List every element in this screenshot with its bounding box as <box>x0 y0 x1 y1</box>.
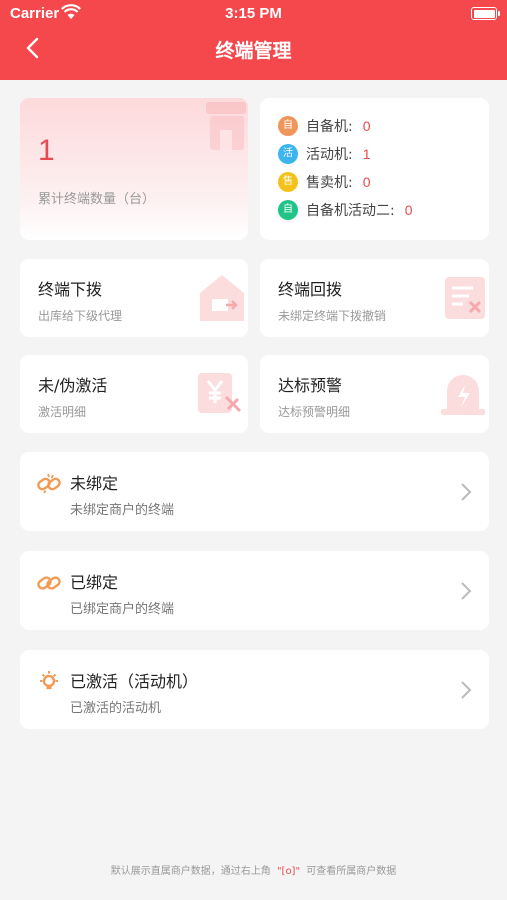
own-machine-two-icon: 自 <box>278 200 298 220</box>
tile-subtitle: 出库给下级代理 <box>38 309 123 323</box>
stat-label: 自备机活动二: <box>306 203 395 219</box>
stat-own-machine-activity-two: 自 自备机活动二: 0 <box>278 199 413 221</box>
footer-hint: 默认展示直属商户数据，通过右上角 "[o]" 可查看所属商户数据 <box>0 862 507 877</box>
row-bound[interactable]: 已绑定 已绑定商户的终端 <box>20 551 489 630</box>
footer-text-before: 默认展示直属商户数据，通过右上角 <box>110 866 271 877</box>
tile-terminal-recall[interactable]: 终端回拨 未绑定终端下拨撤销 <box>260 259 489 337</box>
stat-value: 0 <box>362 118 371 134</box>
app-header: Carrier 3:15 PM 终端管理 <box>0 0 507 80</box>
stat-own-machine: 自 自备机: 0 <box>278 115 371 137</box>
terminal-stats-card: 自 自备机: 0 活 活动机: 1 售 售卖机: 0 自 自备机活动二: 0 <box>260 98 489 240</box>
row-title: 未绑定 <box>70 474 119 493</box>
stat-label: 活动机: <box>306 147 353 163</box>
activity-machine-icon: 活 <box>278 144 298 164</box>
tile-subtitle: 达标预警明细 <box>278 405 351 419</box>
tile-title: 达标预警 <box>278 376 343 395</box>
row-title: 已激活（活动机） <box>70 672 199 691</box>
own-machine-icon: 自 <box>278 116 298 136</box>
chevron-right-icon <box>461 681 472 699</box>
stat-value: 1 <box>362 146 371 162</box>
sale-machine-icon: 售 <box>278 172 298 192</box>
tile-subtitle: 未绑定终端下拨撤销 <box>278 309 387 323</box>
total-count: 1 <box>38 134 55 167</box>
chevron-right-icon <box>461 582 472 600</box>
scan-icon: "[o]" <box>276 866 301 877</box>
document-cancel-icon <box>445 277 485 319</box>
row-unbound[interactable]: 未绑定 未绑定商户的终端 <box>20 452 489 531</box>
tile-fake-activation[interactable]: 未/伪激活 激活明细 <box>20 355 248 433</box>
chevron-right-icon <box>461 483 472 501</box>
footer-text-after: 可查看所属商户数据 <box>306 866 397 877</box>
total-count-label: 累计终端数量（台） <box>38 192 156 207</box>
yuan-activation-icon <box>198 373 242 413</box>
page-title: 终端管理 <box>215 40 292 62</box>
alarm-light-icon <box>441 375 485 415</box>
tile-terminal-allocate[interactable]: 终端下拨 出库给下级代理 <box>20 259 248 337</box>
stat-value: 0 <box>404 202 413 218</box>
stat-sale-machine: 售 售卖机: 0 <box>278 171 371 193</box>
clock: 3:15 PM <box>225 5 282 22</box>
link-icon <box>37 576 61 590</box>
row-activated[interactable]: 已激活（活动机） 已激活的活动机 <box>20 650 489 729</box>
stat-label: 自备机: <box>306 119 353 135</box>
tile-title: 终端下拨 <box>38 280 103 299</box>
total-terminals-card: 1 累计终端数量（台） <box>20 98 248 240</box>
warehouse-out-icon <box>200 275 244 321</box>
broken-link-icon <box>37 473 61 494</box>
row-subtitle: 未绑定商户的终端 <box>70 503 175 518</box>
tile-subtitle: 激活明细 <box>38 405 87 419</box>
status-bar: Carrier 3:15 PM <box>0 0 507 28</box>
shop-icon <box>206 102 246 150</box>
row-subtitle: 已激活的活动机 <box>70 701 162 716</box>
tile-title: 终端回拨 <box>278 280 343 299</box>
stat-activity-machine: 活 活动机: 1 <box>278 143 371 165</box>
stat-value: 0 <box>362 174 371 190</box>
row-title: 已绑定 <box>70 573 119 592</box>
row-subtitle: 已绑定商户的终端 <box>70 602 175 617</box>
stat-label: 售卖机: <box>306 175 353 191</box>
battery-icon <box>471 7 500 20</box>
tile-title: 未/伪激活 <box>38 376 108 395</box>
tile-target-warning[interactable]: 达标预警 达标预警明细 <box>260 355 489 433</box>
lightbulb-icon <box>40 671 58 690</box>
